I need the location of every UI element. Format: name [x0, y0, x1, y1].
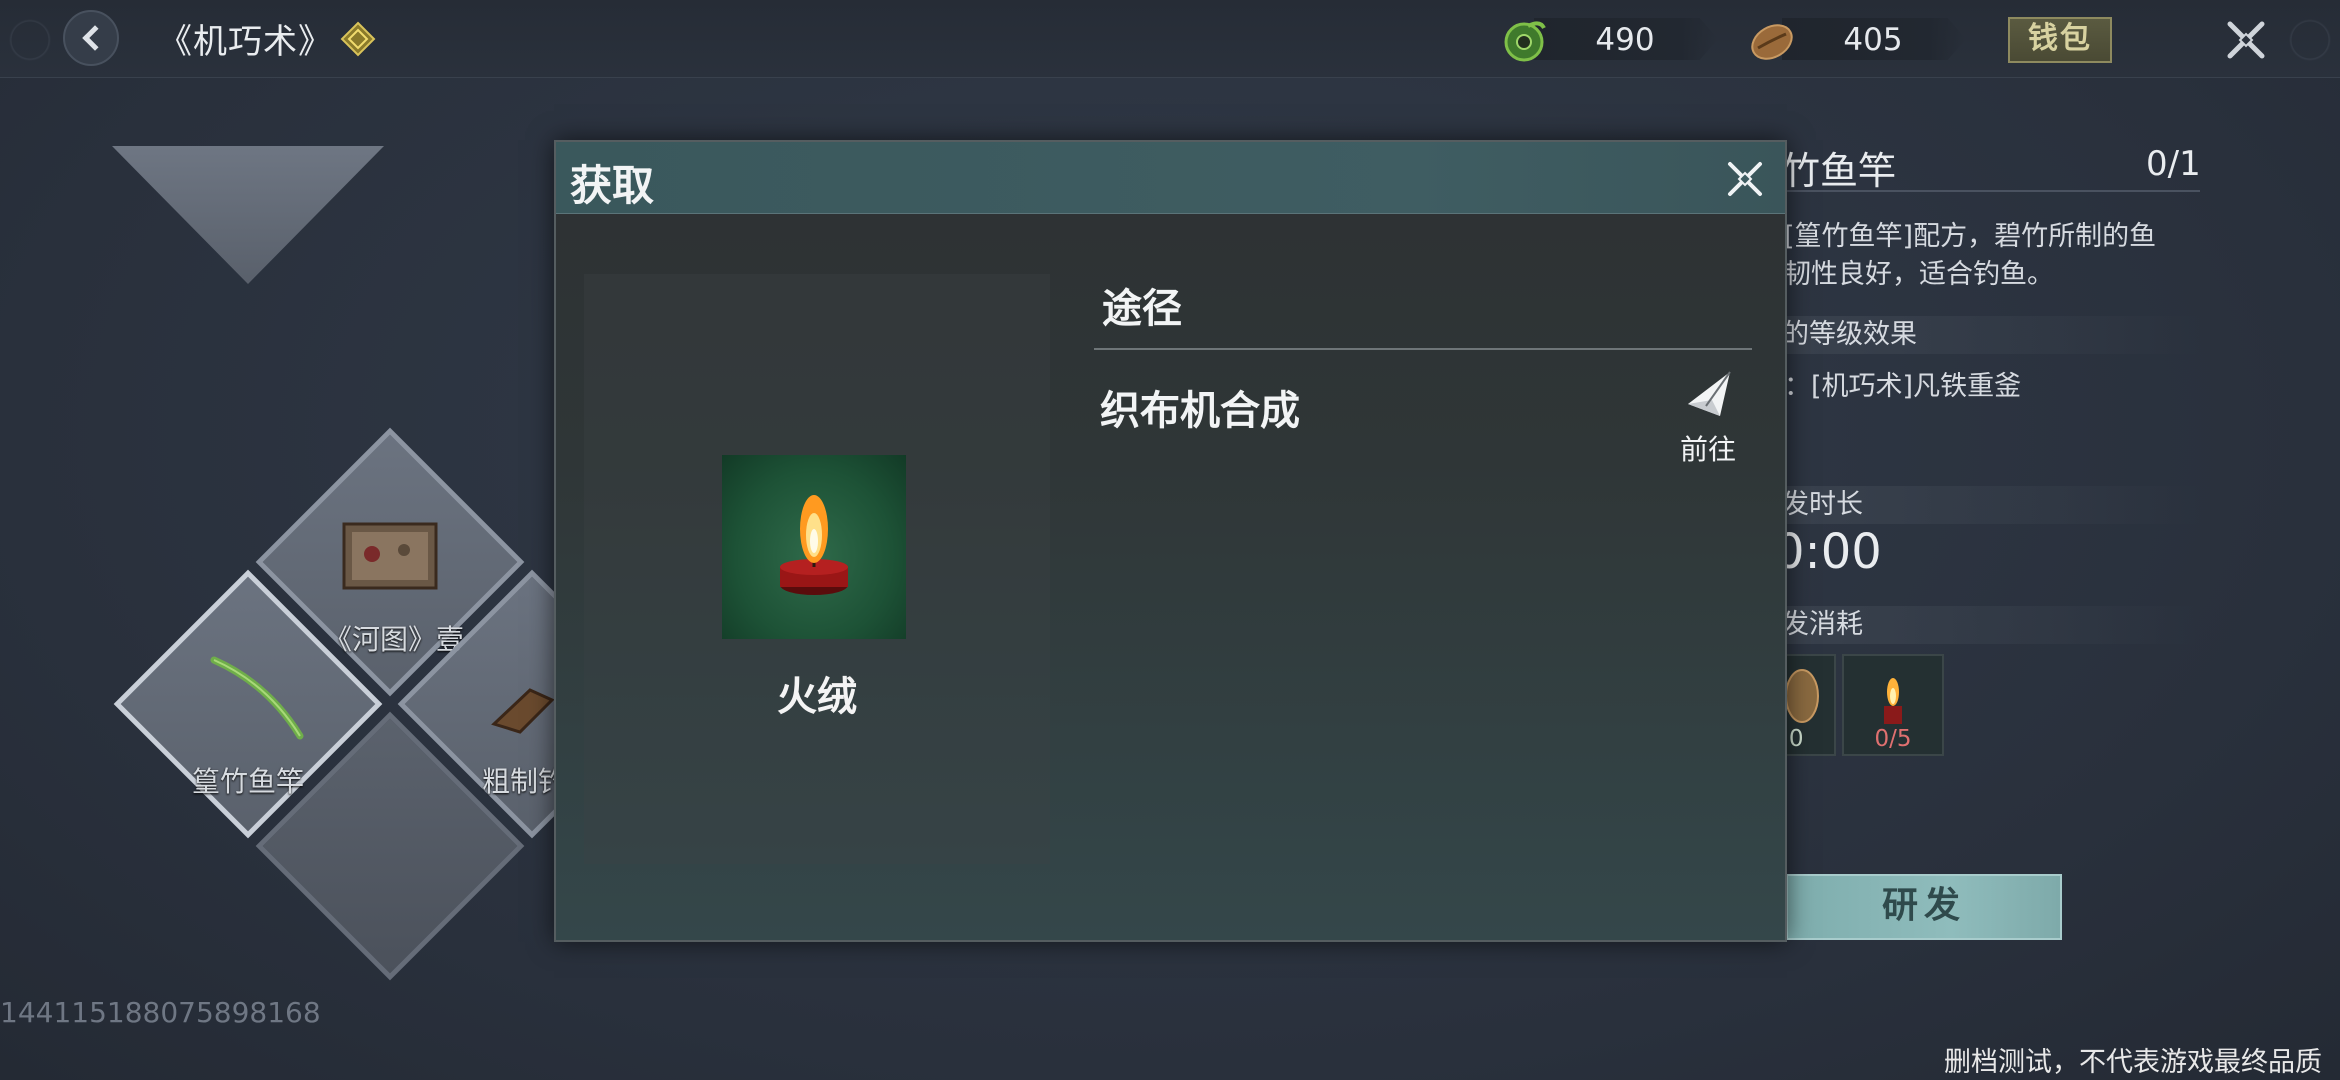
- currency-bean: 405: [1746, 16, 1976, 62]
- material-slot[interactable]: 0/5: [1842, 654, 1944, 756]
- back-button[interactable]: [62, 10, 120, 66]
- jade-coin-icon: [1504, 21, 1546, 62]
- currency-jade: 490: [1498, 16, 1728, 62]
- game-screen: 《机巧术》 490 405 钱包 《河图》壹 篁竹鱼竿 粗制钓 竹鱼竿 0/1 …: [0, 0, 2340, 1080]
- recipe-count: 0/1: [2146, 144, 2201, 184]
- candle-icon: [780, 495, 848, 595]
- route-header: 途径: [1102, 286, 1182, 332]
- divider: [1094, 348, 1752, 350]
- top-bar: 《机巧术》 490 405 钱包: [0, 0, 2340, 78]
- research-button[interactable]: 研发: [1786, 874, 2062, 940]
- description-line: 韧性良好，适合钓鱼。: [1784, 259, 2054, 290]
- section-effect: 的等级效果: [1760, 316, 2200, 354]
- close-icon[interactable]: [2222, 16, 2270, 64]
- test-notice: 删档测试，不代表游戏最终品质: [1944, 1047, 2322, 1078]
- description-line: [篁竹鱼竿]配方，碧竹所制的鱼: [1784, 221, 2157, 252]
- close-icon[interactable]: [1722, 156, 1768, 202]
- scroll-map-icon: [342, 522, 438, 590]
- player-id: 144115188075898168: [0, 996, 321, 1029]
- recipe-title: 竹鱼竿: [1782, 149, 1897, 193]
- item-name: 火绒: [777, 674, 857, 720]
- fishing-rod-icon: [210, 656, 304, 740]
- paper-plane-icon: [1688, 371, 1731, 416]
- effect-text: ：[机巧术]凡铁重釜: [1784, 371, 2022, 402]
- section-time: 发时长: [1760, 486, 2200, 524]
- time-value: 0:00: [1774, 524, 1882, 580]
- material-count: 0/5: [1874, 726, 1912, 752]
- crude-tool-icon: [491, 688, 555, 734]
- currency-value: 490: [1595, 22, 1655, 58]
- help-badge-icon[interactable]: [340, 21, 376, 57]
- goto-button[interactable]: 前往: [1668, 366, 1748, 466]
- goto-label: 前往: [1679, 433, 1736, 466]
- page-title: 《机巧术》: [158, 22, 333, 62]
- copper-bean-icon: [1751, 24, 1793, 60]
- collapsed-node-panel[interactable]: [112, 146, 384, 284]
- route-name: 织布机合成: [1100, 388, 1300, 434]
- currency-value: 405: [1843, 22, 1903, 58]
- divider: [1760, 190, 2200, 192]
- section-cost: 发消耗: [1760, 606, 2200, 644]
- recipe-description: [篁竹鱼竿]配方，碧竹所制的鱼 韧性良好，适合钓鱼。: [1784, 218, 2204, 294]
- tinder-item-icon: [722, 455, 906, 639]
- modal-header: 获取: [556, 142, 1785, 214]
- back-arrow-icon: [82, 25, 108, 51]
- wallet-button[interactable]: 钱包: [2008, 17, 2112, 63]
- modal-title: 获取: [570, 161, 655, 210]
- acquire-modal: 获取 火绒 途径 织布机合成 前往: [554, 140, 1787, 942]
